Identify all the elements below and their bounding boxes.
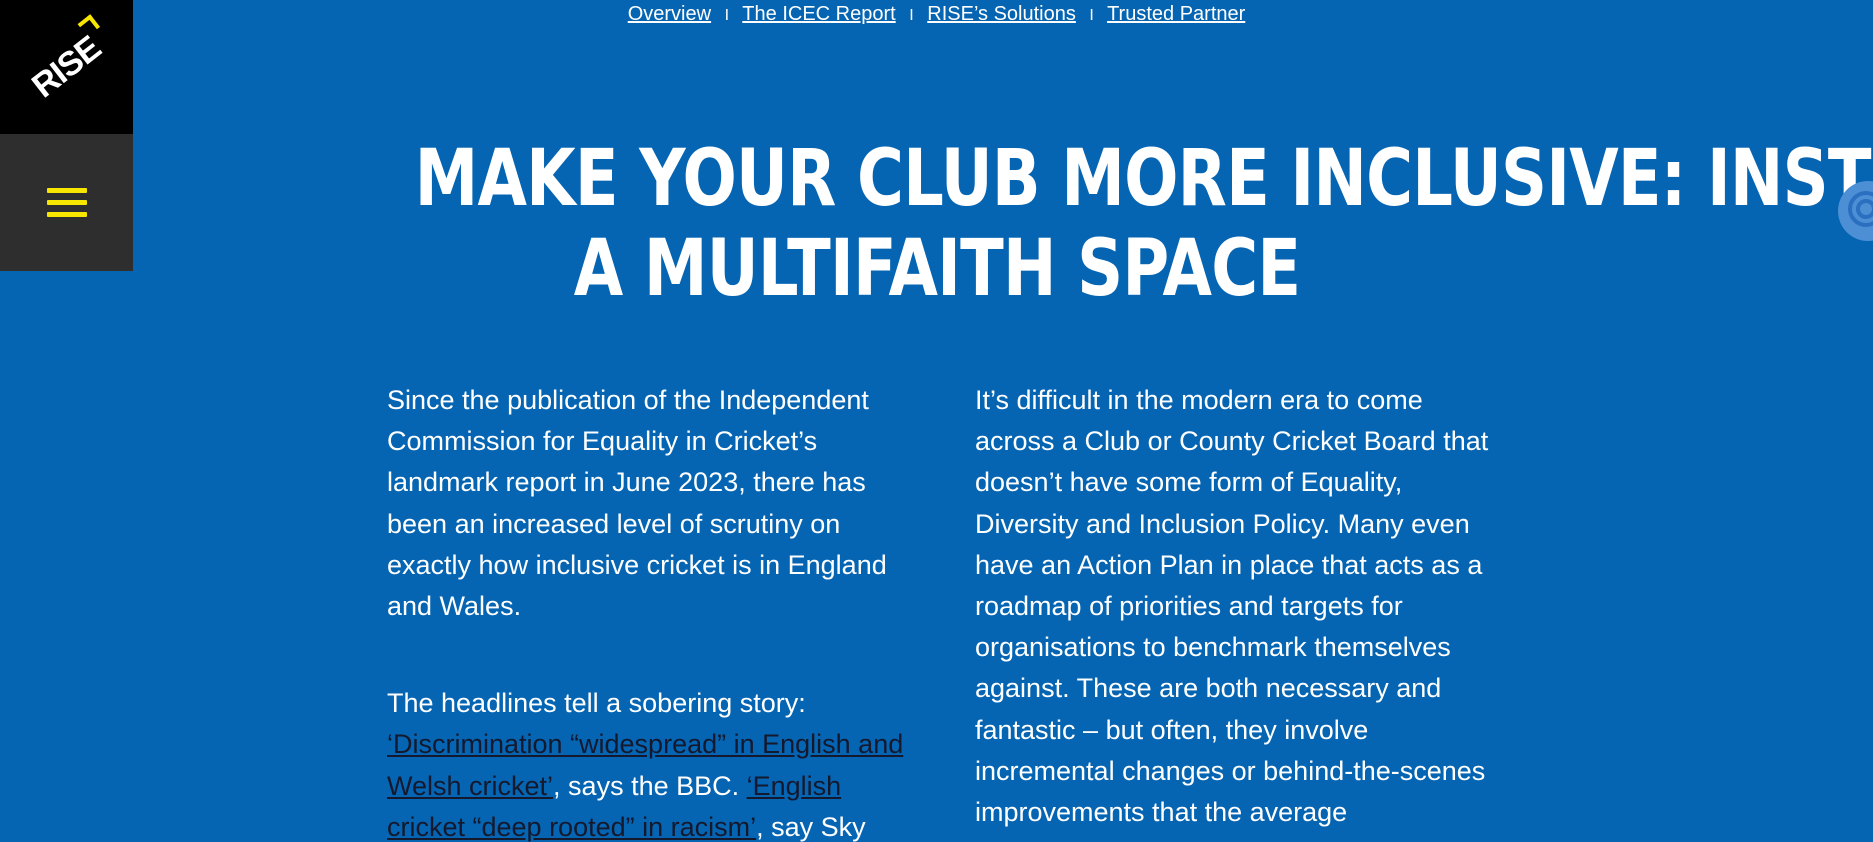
headlines-intro: The headlines tell a sobering story: — [387, 688, 806, 719]
headlines-paragraph: The headlines tell a sobering story: ‘Di… — [387, 683, 912, 842]
menu-button[interactable] — [0, 134, 133, 271]
headlines-tail-text: , say Sky — [756, 811, 866, 842]
nav-link-trusted-partner[interactable]: Trusted Partner — [1107, 3, 1245, 25]
nav-link-overview[interactable]: Overview — [628, 3, 711, 25]
inner-circle-icon — [1856, 199, 1873, 219]
rise-logo: RISE — [24, 13, 108, 105]
nav-link-icec-report[interactable]: The ICEC Report — [742, 3, 895, 25]
left-column: Since the publication of the Independent… — [387, 380, 912, 842]
right-column: It’s difficult in the modern era to come… — [975, 380, 1500, 833]
page-title-line-1: MAKE YOUR CLUB MORE INCLUSIVE: INSTALL — [414, 134, 1873, 224]
nav-separator: I — [1089, 7, 1094, 24]
anchor-nav: Overview I The ICEC Report I RISE’s Solu… — [0, 0, 1873, 30]
headlines-mid-text: , says the BBC. — [553, 770, 747, 801]
nav-link-rise-solutions[interactable]: RISE’s Solutions — [927, 3, 1076, 25]
page-title: MAKE YOUR CLUB MORE INCLUSIVE: INSTALL A… — [415, 134, 1873, 314]
hamburger-menu-icon — [46, 188, 87, 217]
logo-text: RISE — [24, 28, 108, 105]
nav-separator: I — [724, 7, 730, 24]
nav-separator: I — [909, 7, 914, 24]
page-title-line-2: A MULTIFAITH SPACE — [573, 224, 1301, 314]
policy-paragraph: It’s difficult in the modern era to come… — [975, 385, 1489, 828]
intro-paragraph: Since the publication of the Independent… — [387, 385, 887, 622]
page: RISE Overview I The ICEC Report I RISE’s… — [0, 0, 1873, 842]
